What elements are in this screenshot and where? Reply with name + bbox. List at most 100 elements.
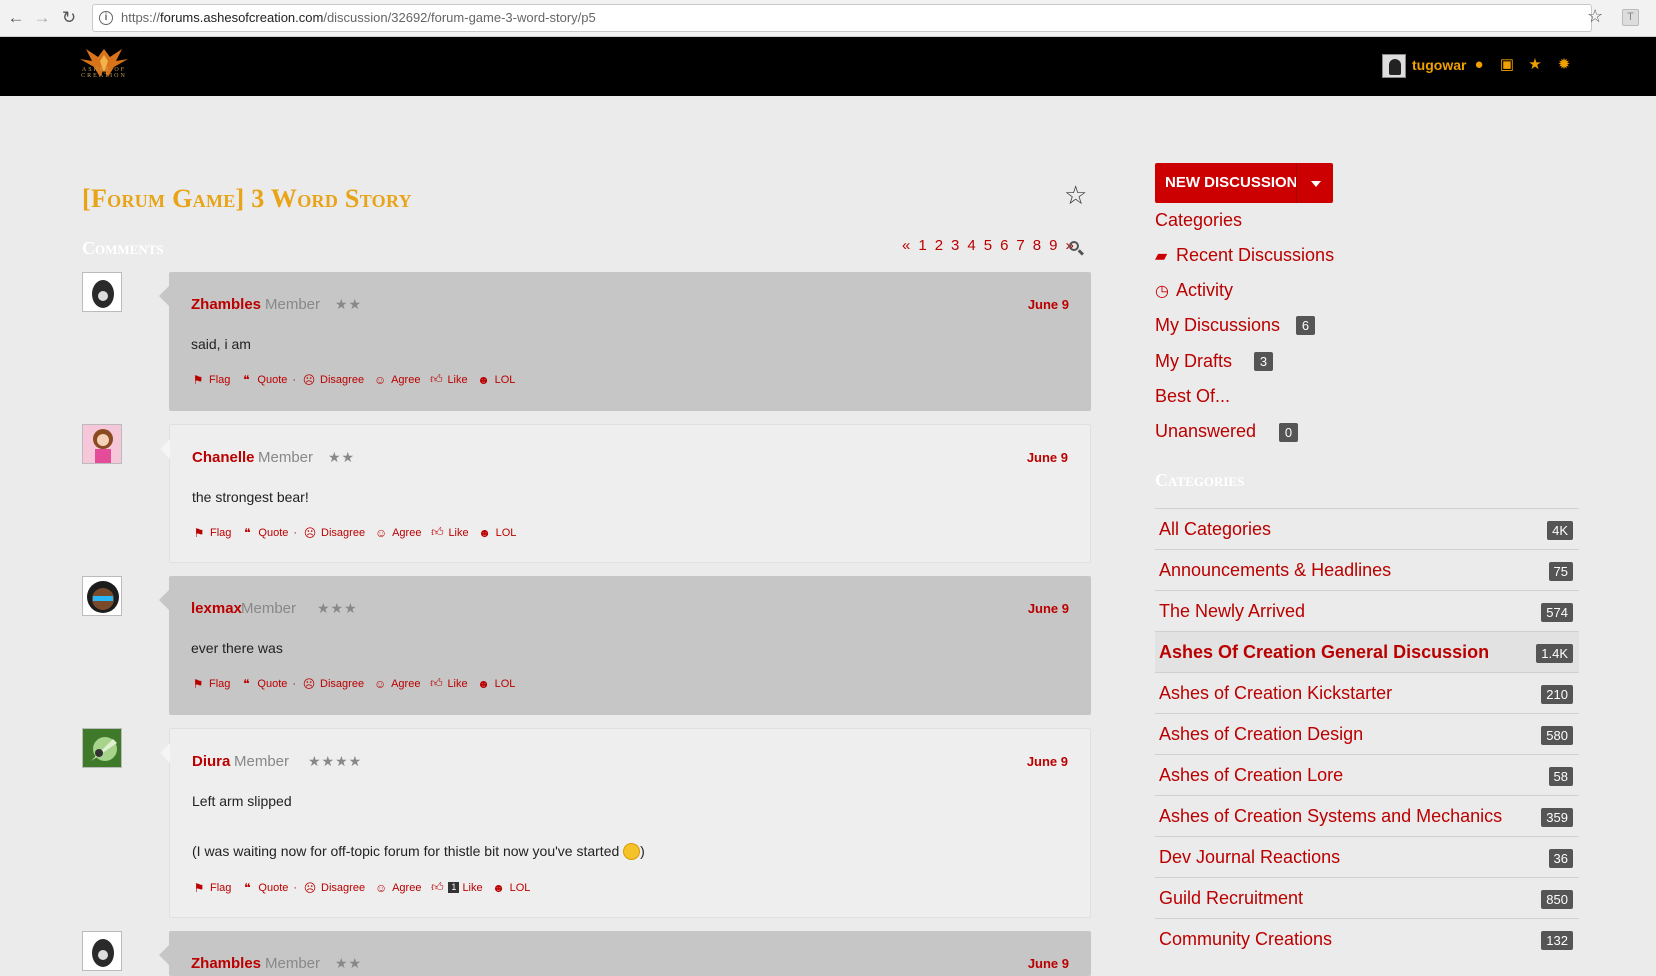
agree-link[interactable]: Agree [392,882,421,894]
avatar[interactable] [82,728,122,768]
lol-link[interactable]: LOL [496,527,517,539]
sidebar-item-my-drafts[interactable]: My Drafts [1155,351,1232,372]
globe-icon[interactable]: ● [1470,56,1488,74]
category-item[interactable]: Community Creations 132 [1155,918,1579,959]
gear-icon[interactable]: ✹ [1555,56,1573,74]
flag-link[interactable]: Flag [210,882,231,894]
pager-page-5[interactable]: 5 [982,237,994,254]
sidebar-item-recent-discussions[interactable]: ▰ Recent Discussions [1155,245,1334,266]
pager-page-3[interactable]: 3 [949,237,961,254]
comment-author[interactable]: Diura [192,753,230,770]
search-icon[interactable] [1068,240,1085,256]
reaction-bar: ⚑ Flag ❝ Quote · ☹ Disagree ☺ Agree 👍︎ Like ☻ L… [192,676,516,691]
pager-page-2[interactable]: 2 [933,237,945,254]
like-link[interactable]: Like [447,678,467,690]
quote-link[interactable]: Quote [258,882,288,894]
comment-author[interactable]: lexmax [191,600,242,617]
category-count-badge: 132 [1541,931,1573,950]
sidebar-item-categories[interactable]: Categories [1155,210,1242,231]
lol-link[interactable]: LOL [495,678,516,690]
quote-icon: ❝ [244,880,251,895]
quote-link[interactable]: Quote [257,374,287,386]
avatar[interactable] [82,931,122,971]
flag-icon: ⚑ [193,525,205,540]
avatar[interactable] [82,424,122,464]
like-link[interactable]: Like [447,374,467,386]
sidebar-item-label: Best Of... [1155,386,1231,406]
quote-link[interactable]: Quote [257,678,287,690]
pager-page-1[interactable]: 1 [916,237,928,254]
browser-toolbar: ← → ↻ https://forums.ashesofcreation.com… [0,0,1656,37]
like-icon: 👍︎ [430,372,443,386]
comment-date[interactable]: June 9 [1028,601,1069,616]
avatar[interactable] [82,576,122,616]
category-item[interactable]: Dev Journal Reactions 36 [1155,836,1579,877]
flag-link[interactable]: Flag [210,527,231,539]
pager-page-7[interactable]: 7 [1014,237,1026,254]
like-link[interactable]: Like [448,527,468,539]
url-host: forums.ashesofcreation.com [160,10,324,25]
comment-date[interactable]: June 9 [1028,956,1069,971]
pager-page-4[interactable]: 4 [965,237,977,254]
flag-icon: ⚑ [192,676,204,691]
category-item[interactable]: Ashes of Creation Lore 58 [1155,754,1579,795]
agree-link[interactable]: Agree [391,374,420,386]
category-item[interactable]: The Newly Arrived 574 [1155,590,1579,631]
reload-icon[interactable]: ↻ [59,8,79,28]
lol-link[interactable]: LOL [510,882,531,894]
bookmarks-star-icon[interactable]: ★ [1526,56,1544,74]
disagree-link[interactable]: Disagree [321,527,365,539]
extension-icon[interactable]: T [1622,9,1639,26]
comment-date[interactable]: June 9 [1027,450,1068,465]
flag-link[interactable]: Flag [209,678,230,690]
category-item[interactable]: Guild Recruitment 850 [1155,877,1579,918]
chevron-down-icon[interactable] [1311,181,1321,187]
info-icon[interactable]: i [99,11,113,25]
disagree-link[interactable]: Disagree [320,374,364,386]
new-discussion-button[interactable]: NEW DISCUSSION [1155,163,1333,203]
username-link[interactable]: tugowar [1412,57,1466,73]
like-link[interactable]: Like [462,882,482,894]
address-bar[interactable]: https://forums.ashesofcreation.com/discu… [92,4,1592,32]
category-item-active[interactable]: Ashes Of Creation General Discussion 1.4K [1155,631,1579,672]
disagree-link[interactable]: Disagree [320,678,364,690]
pager-page-9[interactable]: 9 [1047,237,1059,254]
inbox-icon[interactable]: ▣ [1498,56,1516,74]
sidebar-item-label: My Drafts [1155,351,1233,371]
user-avatar[interactable] [1382,54,1406,78]
comment-author[interactable]: Zhambles [191,296,261,313]
category-item[interactable]: Ashes of Creation Design 580 [1155,713,1579,754]
sidebar-item-activity[interactable]: ◷ Activity [1155,280,1233,301]
disagree-link[interactable]: Disagree [321,882,365,894]
lol-link[interactable]: LOL [495,374,516,386]
bookmark-discussion-star-icon[interactable]: ☆ [1064,180,1087,211]
pager-page-6[interactable]: 6 [998,237,1010,254]
category-name: Community Creations [1159,929,1333,949]
sidebar-item-my-discussions[interactable]: My Discussions [1155,315,1280,336]
pager-prev[interactable]: « [900,237,912,254]
category-item[interactable]: Ashes of Creation Systems and Mechanics 3… [1155,795,1579,836]
comment-author[interactable]: Chanelle [192,449,255,466]
agree-link[interactable]: Agree [391,678,420,690]
category-item[interactable]: All Categories 4K [1155,508,1579,549]
back-icon[interactable]: ← [6,8,26,28]
comment-date[interactable]: June 9 [1027,754,1068,769]
flag-link[interactable]: Flag [209,374,230,386]
like-icon: 👍︎ [430,676,443,690]
comment-author[interactable]: Zhambles [191,955,261,972]
rank-stars: ★★★ [317,600,358,616]
like-icon: 👍︎ [431,525,444,539]
category-item[interactable]: Ashes of Creation Kickstarter 210 [1155,672,1579,713]
logo-text: ASHES OF CREATION [81,67,127,79]
bookmark-star-icon[interactable]: ☆ [1587,6,1603,27]
sidebar-item-best-of[interactable]: Best Of... [1155,386,1230,407]
agree-link[interactable]: Agree [392,527,421,539]
quote-link[interactable]: Quote [258,527,288,539]
reaction-bar: ⚑ Flag ❝ Quote · ☹ Disagree ☺ Agree 👍︎ Like ☻ L… [193,525,517,540]
comment-date[interactable]: June 9 [1028,297,1069,312]
sidebar-item-unanswered[interactable]: Unanswered [1155,421,1256,442]
forward-icon[interactable]: → [32,8,52,28]
avatar[interactable] [82,272,122,312]
pager-page-8[interactable]: 8 [1031,237,1043,254]
category-item[interactable]: Announcements & Headlines 75 [1155,549,1579,590]
